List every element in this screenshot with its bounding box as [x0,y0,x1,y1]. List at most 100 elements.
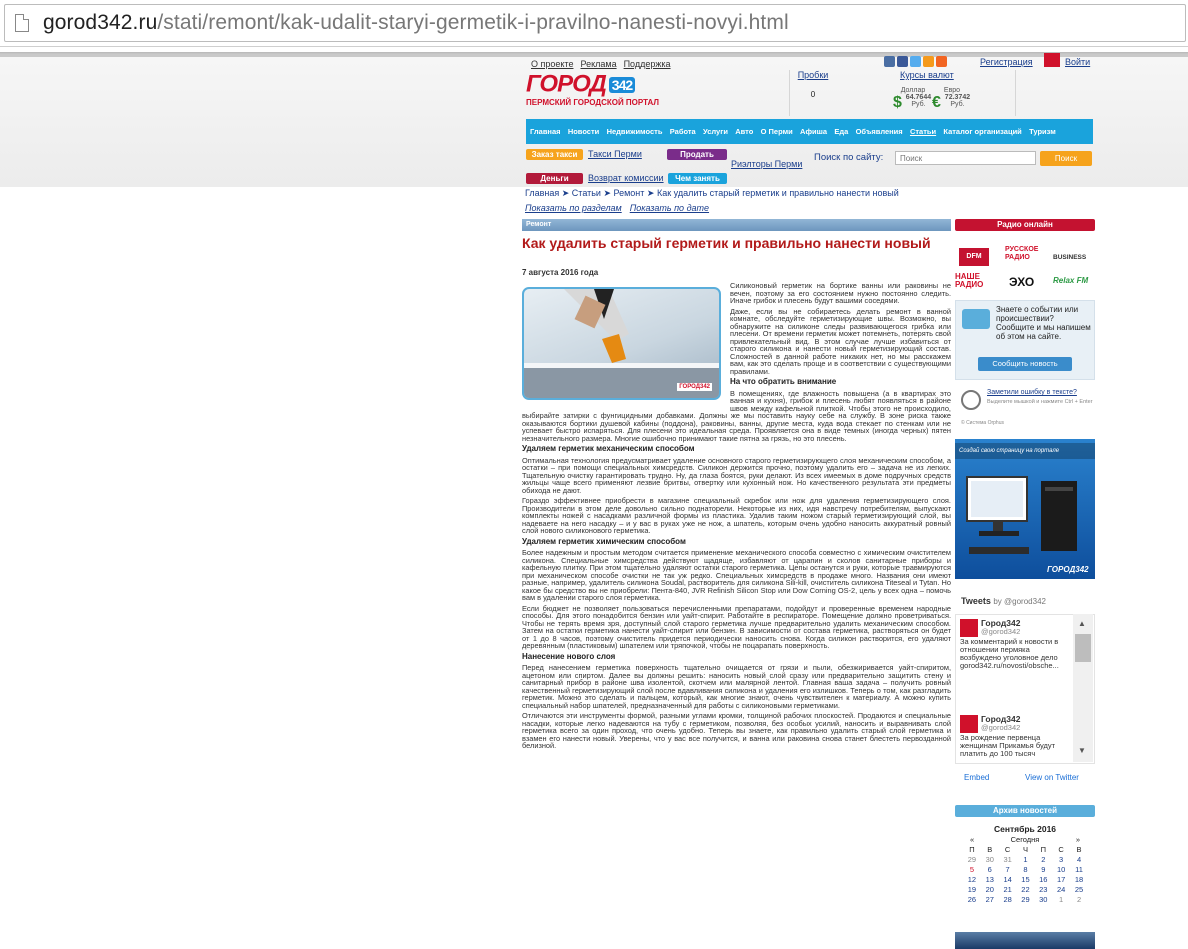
link-support[interactable]: Поддержка [624,59,671,69]
day[interactable]: 21 [999,884,1017,894]
currency-label[interactable]: Курсы валют [900,70,954,80]
day[interactable]: 25 [1070,884,1088,894]
day[interactable]: 29 [1017,894,1035,904]
nav-item-ads[interactable]: Объявления [856,127,903,136]
commission-link[interactable]: Возврат комиссии [588,173,664,183]
day[interactable]: 1 [1017,854,1035,864]
nav-item-articles[interactable]: Статьи [910,127,936,136]
sort-by-section[interactable]: Показать по разделам [525,203,622,213]
day[interactable]: 26 [963,894,981,904]
tweets-by[interactable]: by @gorod342 [993,597,1046,606]
promo-banner[interactable]: Создай свою страницу на портале ГОРОД342 [955,439,1095,579]
day[interactable]: 19 [963,884,981,894]
day[interactable]: 30 [1034,894,1052,904]
day[interactable]: 18 [1070,874,1088,884]
day[interactable]: 10 [1052,864,1070,874]
nav-item-jobs[interactable]: Работа [670,127,696,136]
odnoklassniki-icon[interactable] [923,56,934,67]
day[interactable]: 27 [981,894,999,904]
day[interactable]: 14 [999,874,1017,884]
radio-echo[interactable]: ЭХО [1009,275,1034,289]
send-news-button[interactable]: Сообщить новость [978,357,1072,371]
day[interactable]: 16 [1034,874,1052,884]
scroll-thumb[interactable] [1075,634,1091,662]
register-link[interactable]: Регистрация [980,57,1033,67]
nav-item-services[interactable]: Услуги [703,127,728,136]
nav-item-news[interactable]: Новости [568,127,599,136]
taxi-pill[interactable]: Заказ такси [526,149,583,160]
radio-nashe[interactable]: НАШЕ РАДИО [955,273,1001,289]
day[interactable]: 1 [1052,894,1070,904]
calendar-next[interactable]: » [1076,835,1080,844]
site-logo[interactable]: ГОРОД 342 ПЕРМСКИЙ ГОРОДСКОЙ ПОРТАЛ [526,72,659,107]
day[interactable]: 20 [981,884,999,894]
tweet-scrollbar[interactable]: ▲ ▼ [1073,614,1093,762]
day[interactable]: 29 [963,854,981,864]
day[interactable]: 11 [1070,864,1088,874]
day[interactable]: 24 [1052,884,1070,894]
day[interactable]: 28 [999,894,1017,904]
home-icon[interactable] [1044,53,1060,67]
scroll-down-icon[interactable]: ▼ [1078,746,1086,755]
day[interactable]: 7 [999,864,1017,874]
sell-pill[interactable]: Продать [667,149,727,160]
day[interactable]: 22 [1017,884,1035,894]
bottom-banner[interactable] [955,932,1095,949]
day[interactable]: 2 [1034,854,1052,864]
breadcrumb[interactable]: Главная ➤ Статьи ➤ Ремонт ➤ Как удалить … [525,188,899,199]
traffic-label[interactable]: Пробки [798,70,829,80]
nav-item-realty[interactable]: Недвижимость [607,127,663,136]
url-text[interactable]: gorod342.ru/stati/remont/kak-udalit-star… [43,11,789,35]
radio-business[interactable]: BUSINESS [1053,254,1086,261]
vk-icon[interactable] [884,56,895,67]
nav-item-afisha[interactable]: Афиша [800,127,827,136]
day[interactable]: 12 [963,874,981,884]
nav-item-home[interactable]: Главная [530,127,561,136]
url-field[interactable]: gorod342.ru/stati/remont/kak-udalit-star… [4,4,1186,42]
borrow-pill[interactable]: Чем занять [668,173,727,184]
nav-item-food[interactable]: Еда [834,127,848,136]
view-on-twitter-link[interactable]: View on Twitter [1025,773,1079,782]
nav-item-auto[interactable]: Авто [735,127,753,136]
radio-dfm[interactable]: DFM [959,248,989,266]
day[interactable]: 3 [1052,854,1070,864]
money-pill[interactable]: Деньги [526,173,583,184]
day[interactable]: 30 [981,854,999,864]
day[interactable]: 8 [1017,864,1035,874]
search-input[interactable] [895,151,1036,165]
nav-item-about-perm[interactable]: О Перми [761,127,793,136]
nav-item-tourism[interactable]: Туризм [1029,127,1056,136]
realtors-link[interactable]: Риэлторы Перми [731,159,802,169]
day[interactable]: 13 [981,874,999,884]
day[interactable]: 4 [1070,854,1088,864]
rss-icon[interactable] [936,56,947,67]
scroll-up-icon[interactable]: ▲ [1078,619,1086,628]
login-link[interactable]: Войти [1065,57,1090,67]
radio-relax[interactable]: Relax FM [1053,276,1088,285]
rubric-bar[interactable]: Ремонт [522,219,951,231]
day[interactable]: 31 [999,854,1017,864]
link-about[interactable]: О проекте [531,59,573,69]
calendar-prev[interactable]: « [970,835,974,844]
calendar-today[interactable]: Сегодня [1011,835,1040,844]
taxi-link[interactable]: Такси Перми [588,149,642,159]
day[interactable]: 2 [1070,894,1088,904]
link-ads[interactable]: Реклама [580,59,616,69]
tweet-handle[interactable]: @gorod342 [981,627,1020,636]
tweet-handle[interactable]: @gorod342 [981,723,1020,732]
radio-russkoe[interactable]: РУССКОЕ РАДИО [1005,246,1045,262]
embed-link[interactable]: Embed [964,773,989,782]
orphus-title[interactable]: Заметили ошибку в тексте? [987,389,1077,396]
sort-by-date[interactable]: Показать по дате [630,203,709,213]
day[interactable]: 17 [1052,874,1070,884]
day[interactable]: 15 [1017,874,1035,884]
search-button[interactable]: Поиск [1040,151,1092,166]
day[interactable]: 5 [963,864,981,874]
day[interactable]: 9 [1034,864,1052,874]
traffic-widget[interactable]: Пробки 0 [797,70,829,99]
facebook-icon[interactable] [897,56,908,67]
twitter-icon[interactable] [910,56,921,67]
day[interactable]: 6 [981,864,999,874]
nav-item-catalog[interactable]: Каталог организаций [943,127,1021,136]
day[interactable]: 23 [1034,884,1052,894]
